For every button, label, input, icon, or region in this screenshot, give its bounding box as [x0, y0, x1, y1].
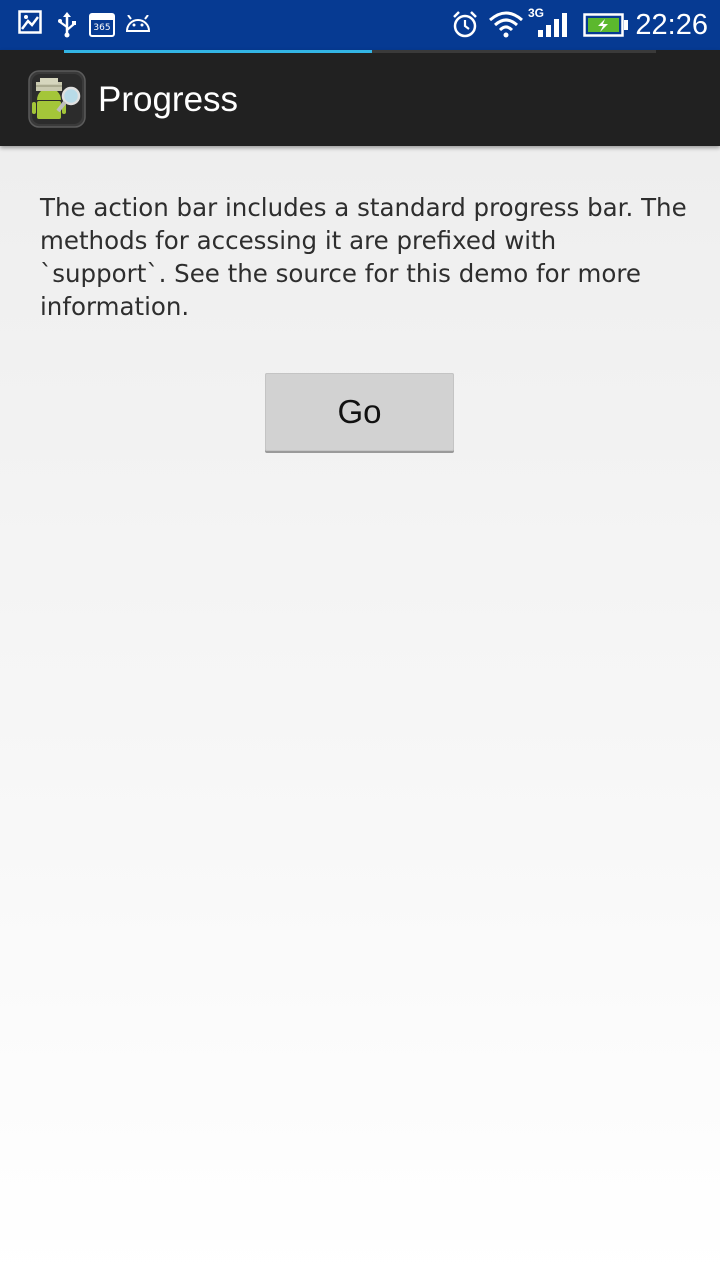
action-bar: Progress [0, 50, 720, 146]
calendar-365-icon: 365 [89, 11, 115, 41]
status-bar: 365 3G 22:26 [0, 0, 720, 50]
android-debug-icon [125, 14, 151, 37]
app-icon[interactable] [28, 70, 86, 128]
calendar-badge-text: 365 [93, 23, 111, 33]
action-bar-title: Progress [98, 80, 239, 119]
action-bar-progress-bar [64, 50, 656, 53]
signal-icon [537, 12, 569, 42]
action-bar-progress-fill [64, 50, 372, 53]
usb-icon [57, 12, 77, 42]
description-text: The action bar includes a standard progr… [40, 193, 687, 321]
status-time: 22:26 [635, 9, 708, 41]
image-icon [18, 10, 42, 38]
alarm-icon [452, 11, 478, 42]
go-button[interactable]: Go [265, 373, 454, 451]
wifi-icon [488, 10, 524, 42]
battery-charging-icon [583, 13, 629, 41]
screen: 365 3G 22:26 Progress The action bar inc… [0, 0, 720, 1280]
